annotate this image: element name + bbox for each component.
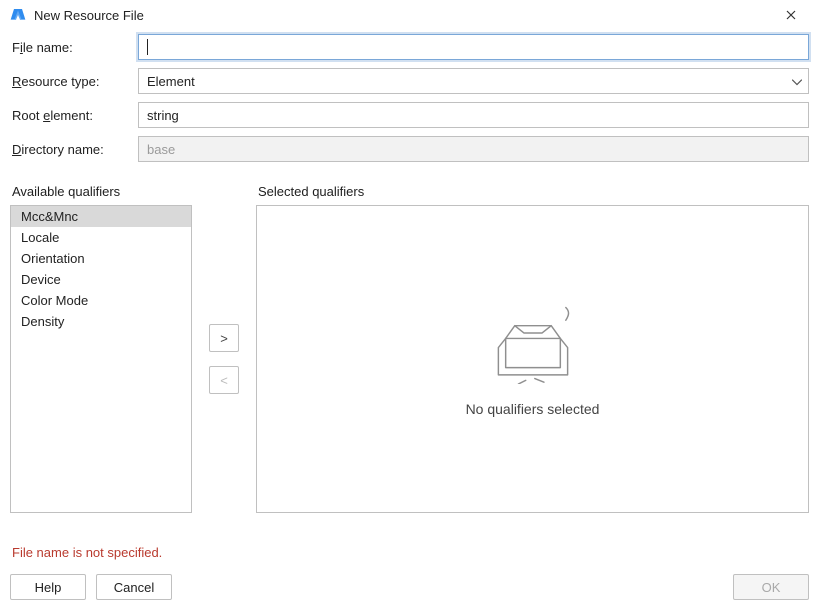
form-area: File name: Resource type: Element Root e… bbox=[0, 30, 819, 170]
remove-qualifier-button[interactable]: < bbox=[209, 366, 239, 394]
help-button[interactable]: Help bbox=[10, 574, 86, 600]
file-name-row: File name: bbox=[10, 34, 809, 60]
qualifier-transfer-buttons: > < bbox=[200, 205, 248, 513]
chevron-down-icon bbox=[792, 74, 802, 89]
directory-name-value: base bbox=[147, 142, 175, 157]
available-qualifiers-label: Available qualifiers bbox=[10, 184, 192, 205]
dialog: New Resource File File name: Resource ty… bbox=[0, 0, 819, 612]
qualifier-item[interactable]: Orientation bbox=[11, 248, 191, 269]
resource-type-value: Element bbox=[147, 74, 195, 89]
button-bar: Help Cancel OK bbox=[0, 560, 819, 612]
qualifier-item[interactable]: Density bbox=[11, 311, 191, 332]
selected-qualifiers-label: Selected qualifiers bbox=[256, 184, 809, 205]
resource-type-row: Resource type: Element bbox=[10, 68, 809, 94]
close-button[interactable] bbox=[771, 1, 811, 29]
file-name-label: File name: bbox=[10, 40, 138, 55]
selected-qualifiers-panel: No qualifiers selected bbox=[256, 205, 809, 513]
directory-name-input: base bbox=[138, 136, 809, 162]
file-name-input[interactable] bbox=[138, 34, 809, 60]
root-element-label: Root element: bbox=[10, 108, 138, 123]
error-message: File name is not specified. bbox=[0, 529, 819, 560]
qualifier-item[interactable]: Mcc&Mnc bbox=[11, 206, 191, 227]
text-caret bbox=[147, 39, 148, 55]
qualifier-item[interactable]: Color Mode bbox=[11, 290, 191, 311]
root-element-row: Root element: string bbox=[10, 102, 809, 128]
empty-box-icon bbox=[478, 302, 588, 387]
add-qualifier-button[interactable]: > bbox=[209, 324, 239, 352]
qualifier-item[interactable]: Locale bbox=[11, 227, 191, 248]
qualifier-item[interactable]: Device bbox=[11, 269, 191, 290]
window-title: New Resource File bbox=[34, 8, 144, 23]
cancel-button[interactable]: Cancel bbox=[96, 574, 172, 600]
directory-name-label: Directory name: bbox=[10, 142, 138, 157]
resource-type-select[interactable]: Element bbox=[138, 68, 809, 94]
titlebar: New Resource File bbox=[0, 0, 819, 30]
directory-name-row: Directory name: base bbox=[10, 136, 809, 162]
available-qualifiers-list[interactable]: Mcc&MncLocaleOrientationDeviceColor Mode… bbox=[10, 205, 192, 513]
root-element-input[interactable]: string bbox=[138, 102, 809, 128]
qualifiers-area: Available qualifiers Selected qualifiers… bbox=[0, 170, 819, 529]
resource-type-label: Resource type: bbox=[10, 74, 138, 89]
selected-qualifiers-empty-text: No qualifiers selected bbox=[466, 401, 600, 417]
close-icon bbox=[786, 10, 796, 20]
app-icon bbox=[10, 7, 26, 23]
root-element-value: string bbox=[147, 108, 179, 123]
ok-button[interactable]: OK bbox=[733, 574, 809, 600]
